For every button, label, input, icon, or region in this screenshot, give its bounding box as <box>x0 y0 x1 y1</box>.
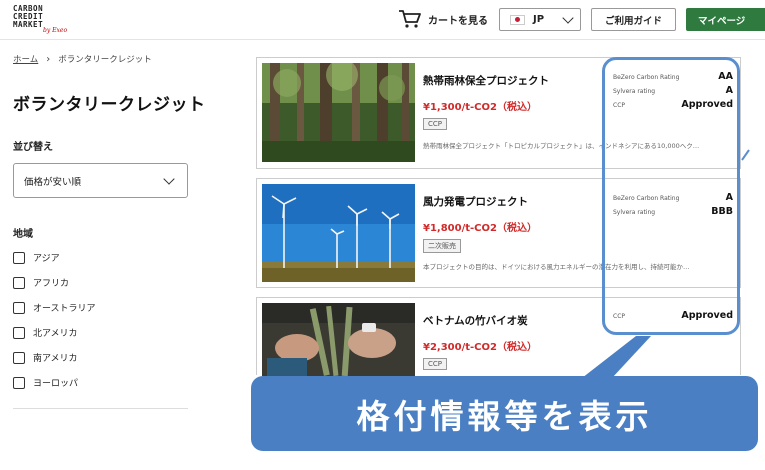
callout-banner: 格付情報等を表示 <box>251 376 758 451</box>
